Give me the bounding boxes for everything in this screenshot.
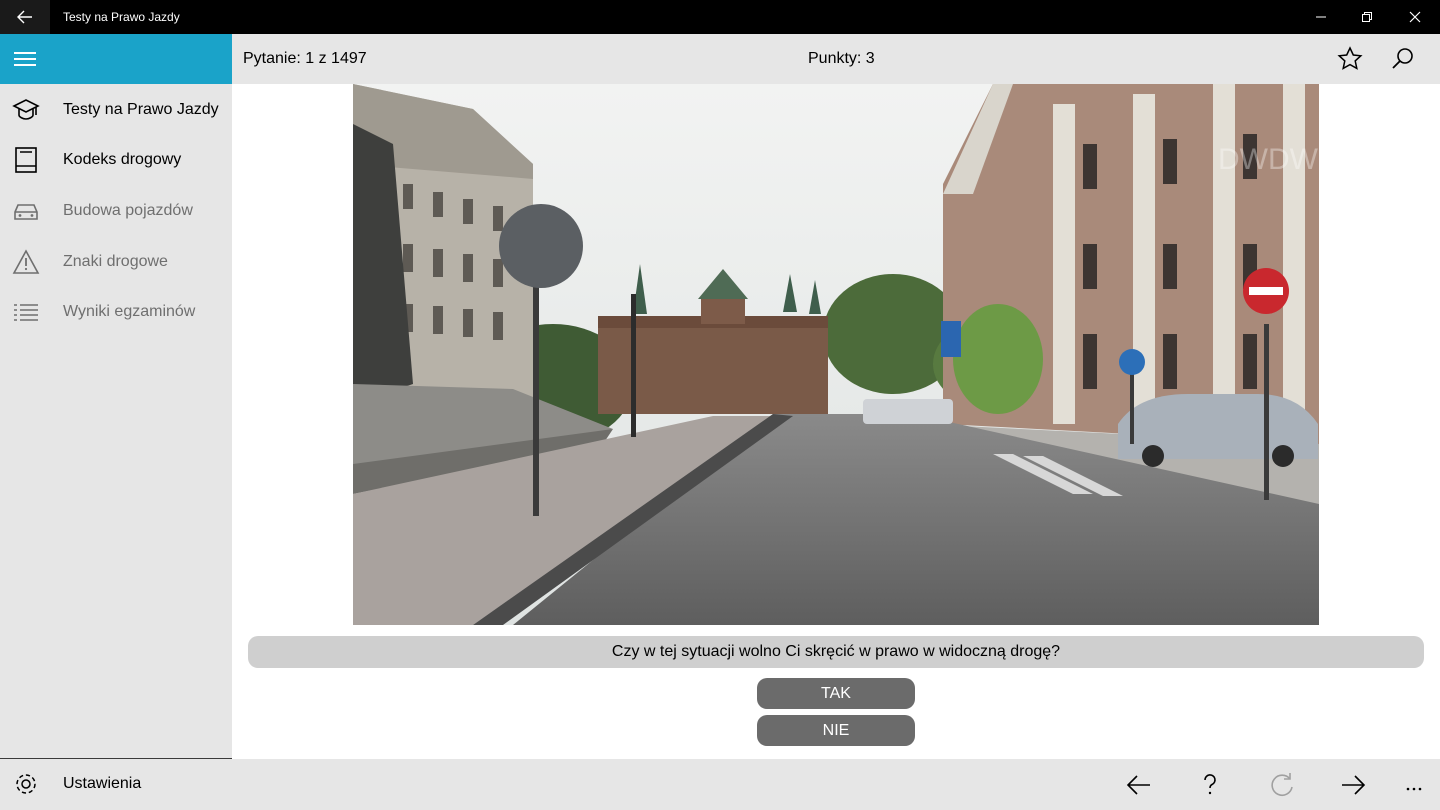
- warning-triangle-icon: [12, 249, 40, 274]
- answer-yes-button[interactable]: TAK: [757, 678, 915, 709]
- answer-no-button[interactable]: NIE: [757, 715, 915, 746]
- photo-watermark: DWDW: [1218, 143, 1319, 176]
- refresh-icon[interactable]: [1268, 771, 1296, 799]
- sidebar-item-label: Wyniki egzaminów: [63, 303, 196, 320]
- sidebar-item-kodeks[interactable]: Kodeks drogowy: [0, 135, 232, 185]
- sidebar-item-wyniki[interactable]: Wyniki egzaminów: [0, 287, 232, 337]
- list-icon: [14, 304, 38, 321]
- star-icon[interactable]: [1337, 46, 1363, 72]
- sidebar-item-budowa[interactable]: Budowa pojazdów: [0, 186, 232, 236]
- sidebar-item-label: Testy na Prawo Jazdy: [63, 101, 219, 118]
- minimize-icon: [1316, 16, 1326, 18]
- question-photo: DWDW: [353, 84, 1319, 625]
- question-header: Pytanie: 1 z 1497 Punkty: 3: [232, 34, 1440, 84]
- graduation-cap-icon: [12, 99, 40, 120]
- sidebar-item-label: Znaki drogowe: [63, 253, 168, 270]
- settings-label: Ustawienia: [63, 775, 142, 792]
- settings-button[interactable]: Ustawienia: [0, 759, 232, 809]
- search-icon[interactable]: [1390, 46, 1416, 72]
- hamburger-bar: [0, 34, 232, 84]
- arrow-right-icon[interactable]: [1339, 771, 1367, 799]
- close-icon: [1409, 11, 1421, 23]
- bottom-toolbar: [232, 759, 1440, 810]
- close-button[interactable]: [1392, 0, 1438, 34]
- more-icon[interactable]: [1400, 771, 1428, 799]
- title-bar: Testy na Prawo Jazdy: [0, 0, 1440, 34]
- book-icon: [15, 147, 37, 173]
- help-icon[interactable]: [1196, 771, 1224, 799]
- arrow-left-icon[interactable]: [1125, 771, 1153, 799]
- sidebar-item-label: Kodeks drogowy: [63, 151, 182, 168]
- gear-icon: [16, 774, 36, 794]
- car-icon: [14, 204, 38, 220]
- hamburger-menu-icon[interactable]: [14, 51, 36, 67]
- minimize-button[interactable]: [1298, 0, 1344, 34]
- sidebar-item-testy[interactable]: Testy na Prawo Jazdy: [0, 85, 232, 135]
- back-button[interactable]: [0, 0, 50, 34]
- restore-button[interactable]: [1344, 0, 1390, 34]
- restore-icon: [1362, 12, 1372, 22]
- sidebar-item-znaki[interactable]: Znaki drogowe: [0, 237, 232, 287]
- sidebar: Testy na Prawo Jazdy Kodeks drogowy Budo…: [0, 34, 232, 810]
- points-counter: Punkty: 3: [808, 50, 875, 67]
- street-scene-image: DWDW: [353, 84, 1319, 625]
- sidebar-item-label: Budowa pojazdów: [63, 202, 193, 219]
- question-counter: Pytanie: 1 z 1497: [243, 50, 367, 67]
- window-title: Testy na Prawo Jazdy: [63, 10, 180, 24]
- question-text: Czy w tej sytuacji wolno Ci skręcić w pr…: [248, 636, 1424, 668]
- arrow-left-icon: [17, 10, 32, 24]
